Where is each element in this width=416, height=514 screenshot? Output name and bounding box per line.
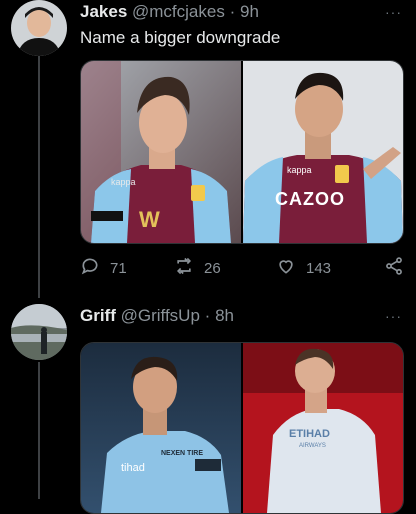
display-name[interactable]: Jakes	[80, 2, 127, 21]
tweet-2-header: Griff @GriffsUp · 8h	[80, 306, 234, 326]
tweet-text: Name a bigger downgrade	[80, 28, 281, 47]
more-options-icon[interactable]: ···	[385, 4, 402, 20]
airways-sponsor-text: AIRWAYS	[299, 443, 326, 449]
display-name[interactable]: Griff	[80, 306, 116, 325]
avatar-griff[interactable]	[11, 304, 67, 360]
avatar-jakes[interactable]	[11, 0, 67, 56]
share-icon	[384, 256, 404, 280]
thread-line-top	[38, 56, 40, 298]
image-left-player-city[interactable]: NEXEN TIRE tihad	[81, 343, 241, 513]
reply-count: 71	[110, 259, 127, 277]
user-handle[interactable]: @mcfcjakes	[132, 2, 225, 21]
timestamp[interactable]: 8h	[215, 306, 234, 325]
retweet-button[interactable]: 26	[174, 256, 221, 280]
heart-icon	[276, 256, 296, 280]
tweet-1-actions: 71 26 143	[80, 256, 402, 280]
share-button[interactable]	[384, 256, 404, 280]
kappa-logo: kappa	[287, 165, 312, 175]
image-right-player-villa[interactable]: CAZOO kappa	[243, 61, 403, 243]
like-button[interactable]: 143	[276, 256, 331, 280]
kappa-logo: kappa	[111, 177, 136, 187]
more-options-icon[interactable]: ···	[385, 308, 402, 324]
thread-line-bottom	[38, 362, 40, 499]
villa-sponsor-logo: W	[139, 207, 160, 232]
dot-separator: ·	[204, 306, 211, 325]
user-handle[interactable]: @GriffsUp	[121, 306, 200, 325]
etihad-sponsor-logo: ETIHAD	[289, 428, 330, 440]
tweet-1-media[interactable]: W kappa CAZOO kappa	[80, 60, 404, 244]
tweet-1-header: Jakes @mcfcjakes · 9h	[80, 2, 259, 22]
image-left-player-villa[interactable]: W kappa	[81, 61, 241, 243]
image-right-player-city[interactable]: ETIHAD AIRWAYS	[243, 343, 403, 513]
timestamp[interactable]: 9h	[240, 2, 259, 21]
like-count: 143	[306, 259, 332, 277]
retweet-icon	[174, 256, 194, 280]
cazoo-sponsor-logo: CAZOO	[275, 189, 345, 209]
nexen-sponsor-logo: NEXEN TIRE	[161, 450, 203, 457]
reply-icon	[80, 256, 100, 280]
tweet-2-media[interactable]: NEXEN TIRE tihad ETIHAD AIRWAYS	[80, 342, 404, 514]
reply-button[interactable]: 71	[80, 256, 127, 280]
dot-separator: ·	[229, 2, 236, 21]
retweet-count: 26	[204, 259, 221, 277]
chest-sponsor-text: tihad	[121, 462, 145, 474]
